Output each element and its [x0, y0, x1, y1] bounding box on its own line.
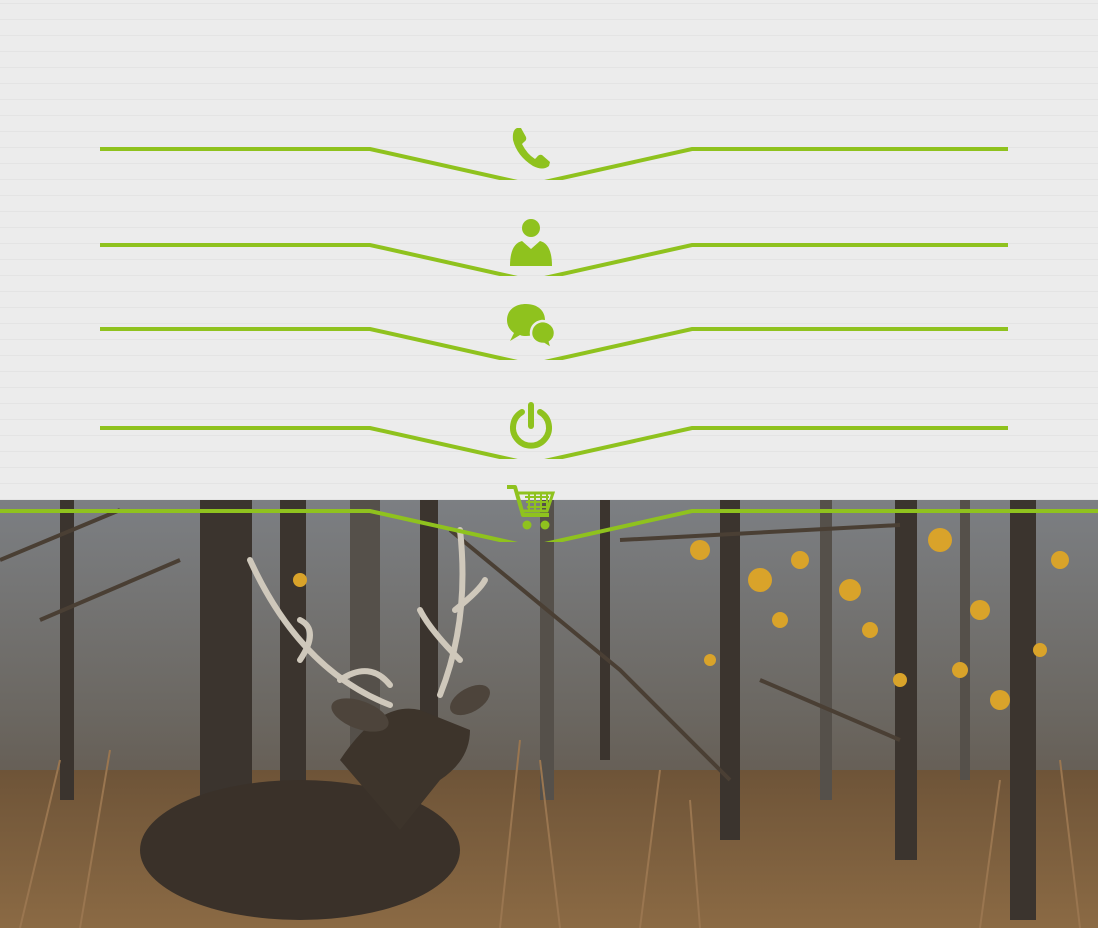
cart-icon: [507, 485, 556, 530]
cart-button[interactable]: [504, 482, 558, 534]
power-icon: [510, 402, 552, 449]
user-icon: [510, 219, 552, 266]
user-button[interactable]: [504, 216, 558, 268]
phone-icon: [512, 128, 550, 169]
phone-button[interactable]: [504, 122, 558, 174]
chat-button[interactable]: [504, 300, 558, 352]
chat-icon: [507, 304, 556, 351]
forest-deer-photo: [0, 500, 1098, 928]
power-button[interactable]: [504, 401, 558, 453]
